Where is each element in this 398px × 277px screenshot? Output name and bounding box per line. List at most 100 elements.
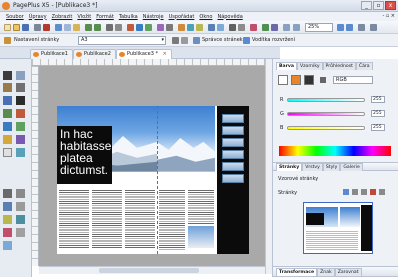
transparency-tool-icon[interactable]	[16, 135, 25, 144]
red-slider[interactable]	[287, 98, 365, 102]
align-icon[interactable]	[106, 24, 113, 31]
page-nav-icon[interactable]	[181, 37, 188, 44]
crop-tool-icon[interactable]	[3, 83, 12, 92]
text-column-5[interactable]	[188, 190, 214, 224]
guides-icon[interactable]	[238, 24, 245, 31]
menu-window[interactable]: Okno	[199, 14, 212, 20]
tab-align[interactable]: Zarovnat	[334, 268, 362, 276]
master-page-icon[interactable]	[193, 37, 200, 44]
fill-swatch-icon[interactable]	[3, 148, 12, 157]
layout-guides-button[interactable]: Vodítka rozvržení	[252, 37, 295, 43]
blue-value[interactable]: 255	[371, 124, 385, 131]
vertical-ruler[interactable]	[32, 66, 39, 266]
scroll-thumb[interactable]	[99, 268, 199, 273]
page-size-select[interactable]: A3	[78, 36, 166, 45]
line-tool-icon[interactable]	[3, 122, 12, 131]
paste-icon[interactable]	[73, 24, 80, 31]
text-frame-tool-icon[interactable]	[3, 96, 12, 105]
menu-tools[interactable]: Nástroje	[143, 14, 164, 20]
open-icon[interactable]	[13, 24, 20, 31]
tab-swatches[interactable]: Vzorníky	[296, 62, 323, 70]
green-value[interactable]: 255	[371, 110, 385, 117]
tab-gallery[interactable]: Galerie	[340, 163, 363, 171]
blue-slider[interactable]	[287, 126, 365, 130]
text-column-1[interactable]	[59, 190, 89, 248]
table-tool-icon[interactable]	[3, 109, 12, 118]
frame-tool-icon[interactable]	[3, 189, 12, 198]
freehand-tool-icon[interactable]	[16, 202, 25, 211]
wrap-icon[interactable]	[178, 24, 185, 31]
sidebar-thumbnail[interactable]	[222, 126, 244, 135]
tab-layers[interactable]: Vrstvy	[302, 163, 323, 171]
add-page-icon[interactable]	[343, 189, 349, 195]
pan-icon[interactable]	[283, 24, 290, 31]
tab-publikace2[interactable]: Publikace2	[73, 49, 116, 59]
envelope-tool-icon[interactable]	[3, 228, 12, 237]
zoom-out-icon[interactable]	[337, 24, 344, 31]
pan-tool-icon[interactable]	[16, 83, 25, 92]
tab-publikace3[interactable]: Publikace3 * ×	[116, 49, 172, 59]
tab-transform[interactable]: Transformace	[276, 268, 318, 276]
minimize-button[interactable]: _	[361, 1, 372, 10]
page-setup-icon[interactable]	[4, 37, 11, 44]
menu-insert[interactable]: Vložit	[77, 14, 91, 20]
pdf-icon[interactable]	[43, 24, 50, 31]
green-slider[interactable]	[287, 112, 365, 116]
rotate-tool-icon[interactable]	[16, 71, 25, 80]
zoom-tool-icon[interactable]	[293, 24, 300, 31]
tab-publikace1[interactable]: Publikace1	[30, 49, 73, 59]
sidebar-thumbnail[interactable]	[222, 138, 244, 147]
insert-page-icon[interactable]	[352, 189, 358, 195]
menu-edit[interactable]: Úpravy	[29, 14, 47, 20]
tab-transparency[interactable]: Průhlednost	[322, 62, 356, 70]
print-icon[interactable]	[34, 24, 41, 31]
menu-table[interactable]: Tabulka	[119, 14, 138, 20]
page-thumbnail-selected[interactable]	[303, 202, 373, 254]
sidebar-thumbnail[interactable]	[222, 174, 244, 183]
page-options-icon[interactable]	[379, 189, 385, 195]
sidebar-thumbnail[interactable]	[222, 150, 244, 159]
hero-photo-right[interactable]	[157, 106, 215, 172]
restore-button[interactable]: ▫	[373, 1, 384, 10]
horizontal-ruler[interactable]	[32, 59, 265, 66]
measure-tool-icon[interactable]	[16, 215, 25, 224]
actual-size-icon[interactable]	[370, 24, 377, 31]
color-spectrum[interactable]	[279, 146, 391, 156]
headline-line-4[interactable]: dictumst.	[60, 164, 108, 177]
insert-picture-icon[interactable]	[127, 24, 134, 31]
picture-tool-icon[interactable]	[16, 109, 25, 118]
undo-icon[interactable]	[85, 24, 92, 31]
tab-line[interactable]: Čára	[355, 62, 373, 70]
preview-icon[interactable]	[271, 24, 278, 31]
layout-guides-icon[interactable]	[243, 37, 250, 44]
shape-tool-icon[interactable]	[16, 122, 25, 131]
cut-icon[interactable]	[55, 24, 62, 31]
color-model-select[interactable]: RGB	[333, 76, 373, 84]
menu-format[interactable]: Formát	[96, 14, 114, 20]
horizontal-scrollbar[interactable]	[39, 266, 265, 274]
vertical-scrollbar[interactable]	[265, 59, 272, 274]
group-icon[interactable]	[157, 24, 164, 31]
photo-small[interactable]	[188, 226, 214, 248]
line-color-swatch[interactable]	[291, 75, 301, 85]
format-painter-icon[interactable]	[196, 24, 203, 31]
sidebar-thumbnail[interactable]	[222, 162, 244, 171]
new-icon[interactable]	[4, 24, 11, 31]
curve-tool-icon[interactable]	[16, 189, 25, 198]
frame-icon[interactable]	[250, 24, 257, 31]
hyperlink-tool-icon[interactable]	[3, 215, 12, 224]
menu-arrange[interactable]: Uspořádat	[169, 14, 195, 20]
close-button[interactable]: x	[385, 1, 396, 10]
tab-color[interactable]: Barva	[276, 62, 297, 70]
document-window-controls[interactable]: - ▫ ×	[382, 13, 395, 19]
save-icon[interactable]	[22, 24, 29, 31]
page-setup-button[interactable]: Nastavení stránky	[14, 37, 59, 43]
find-icon[interactable]	[217, 24, 224, 31]
sidebar-thumbnail[interactable]	[222, 114, 244, 123]
menu-help[interactable]: Nápověda	[217, 14, 242, 20]
document-canvas[interactable]: In hac habitasse platea dictumst.	[39, 66, 265, 266]
zoom-level-field[interactable]: 25%	[305, 23, 333, 32]
text-color-swatch[interactable]	[304, 75, 314, 85]
red-value[interactable]: 255	[371, 96, 385, 103]
text-column-2[interactable]	[92, 190, 122, 248]
